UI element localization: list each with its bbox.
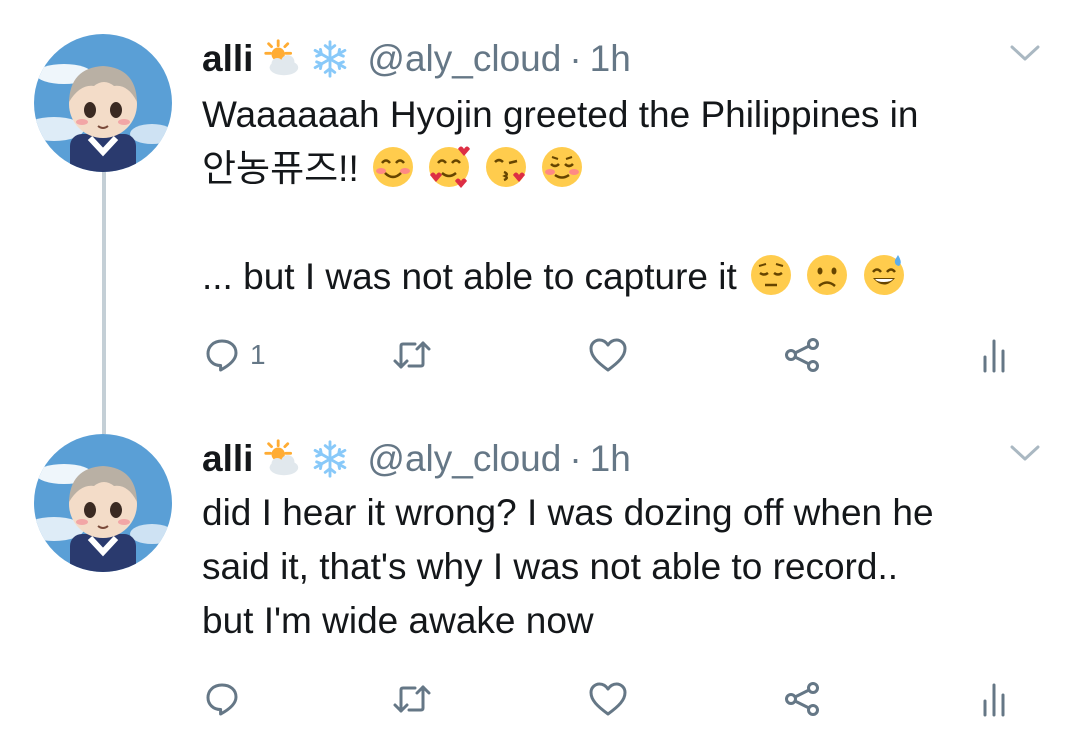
- reply-button[interactable]: 1: [204, 330, 266, 380]
- share-button[interactable]: [782, 674, 822, 724]
- reply-button[interactable]: [204, 674, 250, 724]
- text-line-3: but I'm wide awake now: [202, 600, 594, 641]
- separator: ·: [569, 438, 582, 479]
- face-blowing-kiss-emoji: [485, 147, 526, 187]
- snowflake-emoji: [309, 38, 351, 80]
- tweet-actions: 1: [200, 330, 1030, 380]
- reply-count: 1: [250, 339, 266, 370]
- tweet-actions: [200, 674, 1030, 724]
- tweet-text-line: did I hear it wrong? I was dozing off wh…: [202, 486, 934, 540]
- tweet-text-line: 안농퓨즈!!: [202, 142, 918, 196]
- tweet-header: alli @aly_cloud · 1h: [202, 434, 631, 484]
- timestamp[interactable]: 1h: [590, 38, 631, 80]
- share-button[interactable]: [782, 330, 822, 380]
- tweet-text-line: said it, that's why I was not able to re…: [202, 540, 934, 594]
- thread-line: [102, 172, 106, 434]
- retweet-button[interactable]: [392, 330, 432, 380]
- text-line-1: did I hear it wrong? I was dozing off wh…: [202, 492, 934, 533]
- user-handle[interactable]: @aly_cloud: [367, 438, 561, 480]
- like-icon: [589, 338, 627, 372]
- analytics-icon: [983, 683, 1005, 717]
- text-line-2: said it, that's why I was not able to re…: [202, 546, 899, 587]
- sun-behind-cloud-emoji: [261, 38, 303, 80]
- chevron-down-icon[interactable]: [1008, 38, 1042, 68]
- text-line-1: Waaaaaah Hyojin greeted the Philippines …: [202, 94, 919, 135]
- tweet-text: Waaaaaah Hyojin greeted the Philippines …: [202, 88, 918, 304]
- grinning-face-with-sweat-emoji: [863, 255, 904, 295]
- blushing-smile-emoji: [373, 147, 414, 187]
- smiling-face-with-hearts-emoji: [429, 146, 471, 188]
- retweet-icon: [393, 685, 431, 713]
- separator: ·: [569, 38, 582, 79]
- snowflake-emoji: [309, 438, 351, 480]
- reply-icon: [206, 683, 238, 716]
- retweet-icon: [393, 341, 431, 369]
- reply-icon: [206, 339, 238, 372]
- analytics-button[interactable]: [978, 330, 1010, 380]
- display-name[interactable]: alli: [202, 38, 253, 80]
- user-handle[interactable]: @aly_cloud: [367, 38, 561, 80]
- tweet-text-line: ... but I was not able to capture it: [202, 250, 918, 304]
- like-icon: [589, 682, 627, 716]
- display-name[interactable]: alli: [202, 438, 253, 480]
- tweet-text-line: but I'm wide awake now: [202, 594, 934, 648]
- analytics-icon: [983, 339, 1005, 373]
- timestamp[interactable]: 1h: [590, 438, 631, 480]
- avatar-image: [34, 34, 172, 172]
- text-line-4: ... but I was not able to capture it: [202, 256, 737, 297]
- analytics-button[interactable]: [978, 674, 1010, 724]
- retweet-button[interactable]: [392, 674, 432, 724]
- avatar[interactable]: [34, 434, 172, 572]
- avatar[interactable]: [34, 34, 172, 172]
- sun-behind-cloud-emoji: [261, 438, 303, 480]
- smiling-face-emoji: [541, 147, 582, 187]
- avatar-image: [34, 434, 172, 572]
- like-button[interactable]: [588, 330, 628, 380]
- text-line-2: 안농퓨즈!!: [202, 148, 359, 189]
- share-icon: [785, 682, 819, 716]
- chevron-down-icon[interactable]: [1008, 438, 1042, 468]
- pensive-face-emoji: [751, 255, 792, 295]
- tweet-text-line: Waaaaaah Hyojin greeted the Philippines …: [202, 88, 918, 142]
- tweet-text: did I hear it wrong? I was dozing off wh…: [202, 486, 934, 648]
- like-button[interactable]: [588, 674, 628, 724]
- tweet-header: alli @aly_cloud · 1h: [202, 34, 631, 84]
- share-icon: [785, 338, 819, 372]
- frowning-face-emoji: [807, 255, 848, 295]
